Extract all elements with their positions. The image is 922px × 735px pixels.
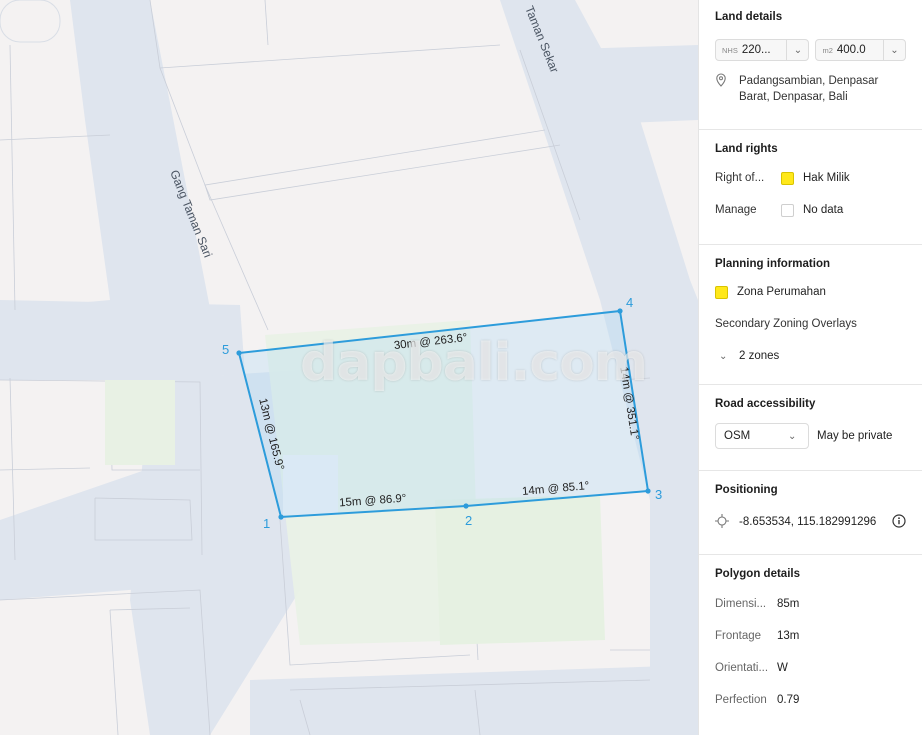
polygon-row-value: 85m bbox=[777, 598, 800, 610]
overlays-label: Secondary Zoning Overlays bbox=[715, 318, 857, 330]
address-line-1: Padangsambian, Denpasar bbox=[739, 75, 879, 87]
zone-value: Zona Perumahan bbox=[737, 286, 826, 298]
green-area bbox=[105, 380, 175, 465]
no-data-swatch bbox=[781, 203, 794, 217]
coordinates-value: -8.653534, 115.182991296 bbox=[739, 516, 877, 528]
chevron-down-icon: ⌄ bbox=[719, 350, 728, 362]
polygon-vertex-handle[interactable] bbox=[617, 308, 623, 314]
polygon-row: Orientati... W bbox=[715, 652, 906, 684]
land-details-title: Land details bbox=[715, 11, 783, 23]
polygon-vertex-handle[interactable] bbox=[463, 503, 469, 509]
planning-section: Planning information Zona Perumahan Seco… bbox=[699, 245, 922, 385]
manage-label: Manage bbox=[715, 204, 757, 216]
chevron-down-icon: ⌄ bbox=[788, 430, 797, 442]
land-rights-title: Land rights bbox=[715, 143, 778, 155]
road-note: May be private bbox=[817, 430, 893, 442]
polygon-vertex-handle[interactable] bbox=[278, 514, 284, 520]
chevron-down-icon: ⌄ bbox=[786, 40, 808, 60]
right-of-row: Right of... Hak Milik bbox=[715, 162, 906, 194]
road-section: Road accessibility OSM ⌄ May be private bbox=[699, 385, 922, 471]
polygon-row-label: Frontage bbox=[715, 630, 762, 642]
zones-toggle-label: 2 zones bbox=[739, 350, 780, 362]
polygon-row-value: 13m bbox=[777, 630, 800, 642]
manage-value: No data bbox=[803, 204, 844, 216]
zone-row: Zona Perumahan bbox=[715, 276, 906, 308]
polygon-row-value: 0.79 bbox=[777, 694, 800, 706]
nhs-value: 220... bbox=[741, 44, 771, 56]
land-rights-section: Land rights Right of... Hak Milik Manage… bbox=[699, 130, 922, 245]
manage-row: Manage No data bbox=[715, 194, 906, 226]
info-icon[interactable] bbox=[892, 513, 906, 531]
area-value: 400.0 bbox=[836, 44, 866, 56]
address-line-2: Barat, Denpasar, Bali bbox=[739, 91, 848, 103]
coordinates-row: -8.653534, 115.182991296 bbox=[715, 506, 906, 538]
positioning-section: Positioning -8.653534, 115.182991296 bbox=[699, 471, 922, 555]
chevron-down-icon: ⌄ bbox=[883, 40, 905, 60]
polygon-section: Polygon details Dimensi... 85m Frontage … bbox=[699, 555, 922, 735]
polygon-row-label: Orientati... bbox=[715, 662, 769, 674]
road-source-value: OSM bbox=[724, 430, 751, 442]
polygon-row-label: Perfection bbox=[715, 694, 767, 706]
location-pin-icon bbox=[715, 73, 739, 105]
polygon-row-label: Dimensi... bbox=[715, 598, 767, 610]
zone-swatch bbox=[715, 285, 728, 299]
planning-title: Planning information bbox=[715, 258, 830, 270]
vertex-label: 1 bbox=[263, 516, 270, 531]
map-view[interactable]: 12345 30m @ 263.6° 14m @ 351.1° 14m @ 85.1… bbox=[0, 0, 698, 735]
crosshair-icon bbox=[715, 513, 739, 531]
polygon-row: Dimensi... 85m bbox=[715, 588, 906, 620]
vertex-label: 4 bbox=[626, 295, 633, 310]
polygon-vertex-handle[interactable] bbox=[236, 350, 242, 356]
nhs-prefix: NHS bbox=[722, 45, 738, 55]
vertex-label: 5 bbox=[222, 342, 229, 357]
right-of-value: Hak Milik bbox=[803, 172, 850, 184]
nhs-select[interactable]: NHS 220... ⌄ bbox=[715, 39, 810, 61]
road-source-select[interactable]: OSM ⌄ bbox=[715, 423, 809, 449]
map-canvas[interactable]: 1 2345 30m @ 263.6°14m @ 351.1°14m @ 85.1… bbox=[0, 0, 698, 735]
area-select[interactable]: m2 400.0 ⌄ bbox=[815, 39, 906, 61]
details-panel: Land details NHS 220... ⌄ m2 400.0 ⌄ Pad… bbox=[698, 0, 922, 735]
vertex-label: 2 bbox=[465, 513, 472, 528]
overlays-row: Secondary Zoning Overlays bbox=[715, 308, 906, 340]
polygon-row: Frontage 13m bbox=[715, 620, 906, 652]
hak-milik-swatch bbox=[781, 171, 794, 185]
polygon-vertex-handle[interactable] bbox=[645, 488, 651, 494]
land-details-section: Land details NHS 220... ⌄ m2 400.0 ⌄ Pad… bbox=[699, 0, 922, 130]
zones-toggle[interactable]: ⌄ 2 zones bbox=[715, 340, 906, 372]
polygon-row-value: W bbox=[777, 662, 788, 674]
right-of-label: Right of... bbox=[715, 172, 765, 184]
road-cross-west bbox=[0, 300, 245, 378]
area-prefix: m2 bbox=[822, 45, 833, 55]
vertex-label: 3 bbox=[655, 487, 662, 502]
polygon-title: Polygon details bbox=[715, 568, 800, 580]
green-area bbox=[435, 495, 605, 645]
positioning-title: Positioning bbox=[715, 484, 778, 496]
road-title: Road accessibility bbox=[715, 398, 816, 410]
polygon-row: Perfection 0.79 bbox=[715, 684, 906, 716]
